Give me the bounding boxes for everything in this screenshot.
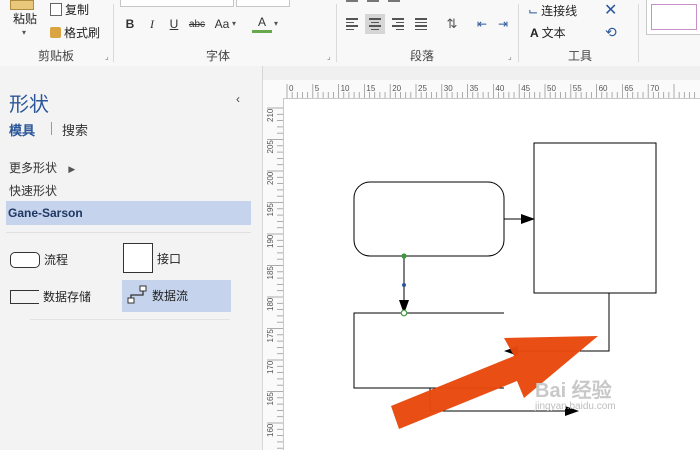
data-store-shape-icon: [10, 289, 39, 304]
format-painter-icon: [50, 27, 61, 38]
decrease-indent-button[interactable]: ⇤: [472, 14, 492, 34]
tab-stencils[interactable]: 模具: [9, 120, 35, 139]
text-tool-button[interactable]: A 文本: [530, 24, 566, 41]
process-shape[interactable]: [353, 181, 505, 257]
connector-icon: ⌙: [528, 3, 539, 18]
align-left-icon: [346, 16, 358, 32]
divider: [113, 4, 114, 62]
paste-dropdown-icon[interactable]: ▾: [22, 28, 26, 37]
format-painter-label: 格式刷: [64, 26, 101, 40]
more-shapes-label: 更多形状: [9, 161, 58, 175]
text-tool-icon: A: [530, 25, 539, 40]
diagram-svg: [353, 142, 657, 429]
data-flow-shape-icon: [126, 284, 148, 306]
master-data-flow-label: 数据流: [152, 288, 189, 303]
justify-button[interactable]: [411, 14, 431, 34]
format-painter-button[interactable]: 格式刷: [50, 24, 100, 41]
align-center-icon: [369, 16, 381, 32]
justify-icon: [415, 16, 427, 32]
connector-midpoint-handle[interactable]: [402, 283, 406, 287]
master-interface[interactable]: 接口: [123, 243, 181, 273]
watermark-sub: jingyan.baidu.com: [535, 401, 616, 412]
watermark-main: Bai 经验: [535, 380, 612, 402]
divider: [638, 4, 639, 62]
underline-button[interactable]: U: [164, 14, 184, 34]
increase-indent-button[interactable]: ⇥: [493, 14, 513, 34]
interface-shape-icon: [123, 243, 153, 273]
copy-label: 复制: [65, 3, 90, 17]
font-group-label: 字体: [206, 49, 231, 63]
text-direction-button[interactable]: ⇅: [442, 14, 462, 34]
increase-indent-icon: ⇥: [497, 17, 509, 31]
master-data-store[interactable]: 数据存储: [10, 288, 91, 305]
paste-label-button[interactable]: 粘贴: [13, 10, 37, 27]
shapes-pane: 形状 ‹ 模具 搜索 更多形状 ▶ 快速形状 Gane-Sarson 流程 接口…: [0, 66, 263, 450]
stencil-gane-sarson[interactable]: Gane-Sarson: [8, 206, 83, 220]
decrease-indent-icon: ⇤: [476, 17, 488, 31]
divider: [518, 4, 519, 62]
align-bottom-icon[interactable]: [388, 0, 400, 2]
collapse-pane-icon[interactable]: ‹: [236, 92, 240, 106]
connection-point[interactable]: [401, 253, 407, 259]
align-left-button[interactable]: [342, 14, 362, 34]
divider: [6, 232, 251, 233]
style-gallery-thumbnail[interactable]: [646, 0, 700, 35]
font-name-combo[interactable]: [120, 0, 234, 7]
clipboard-group-label: 剪贴板: [38, 49, 75, 63]
align-top-icon[interactable]: [346, 0, 358, 2]
close-shape-icon[interactable]: ✕: [604, 0, 617, 20]
align-right-button[interactable]: [388, 14, 408, 34]
chevron-right-icon: ▶: [68, 164, 76, 174]
text-direction-icon: ⇅: [446, 16, 458, 31]
paste-icon: [10, 0, 34, 10]
paragraph-group-label: 段落: [410, 49, 435, 63]
connector-tool-button[interactable]: ⌙ 连接线: [528, 2, 577, 19]
master-interface-label: 接口: [157, 251, 182, 266]
align-center-button[interactable]: [365, 14, 385, 34]
connector-label: 连接线: [541, 4, 578, 18]
interface-shape[interactable]: [533, 142, 657, 294]
watermark: Bai 经验 jingyan.baidu.com: [535, 374, 616, 412]
font-color-button[interactable]: A: [252, 14, 272, 33]
drawing-canvas[interactable]: 0 5 10 15 20 25 30 35 40 45 50 55 60 65 70 210 205 200 19…: [263, 66, 700, 450]
text-tool-label: 文本: [541, 26, 566, 40]
master-process[interactable]: 流程: [10, 251, 68, 268]
master-data-store-label: 数据存储: [43, 290, 92, 304]
more-shapes-link[interactable]: 更多形状 ▶: [9, 159, 75, 176]
font-size-combo[interactable]: [236, 0, 290, 7]
font-color-dropdown-icon[interactable]: ▾: [274, 19, 278, 28]
paragraph-launcher-icon[interactable]: ⌟: [508, 52, 512, 61]
paragraph-top-row: [346, 0, 442, 6]
bold-button[interactable]: B: [120, 14, 140, 34]
tab-divider: [51, 122, 52, 135]
pane-title: 形状: [9, 94, 49, 116]
rotate-icon[interactable]: ⟲: [605, 24, 617, 41]
ribbon: 粘贴 ▾ 复制 格式刷 剪贴板 ⌟ B I U abc Aa ▾ A ▾ 字体 …: [0, 0, 700, 67]
align-middle-icon[interactable]: [367, 0, 379, 2]
process-shape-icon: [10, 251, 40, 268]
connection-point[interactable]: [400, 309, 408, 317]
paste-button[interactable]: [10, 0, 34, 10]
master-data-flow[interactable]: 数据流: [126, 284, 188, 306]
tools-group-label: 工具: [568, 49, 593, 63]
italic-button[interactable]: I: [142, 14, 162, 34]
strikethrough-button[interactable]: abc: [187, 14, 207, 34]
copy-button[interactable]: 复制: [50, 1, 89, 18]
master-process-label: 流程: [44, 253, 69, 267]
divider: [336, 4, 337, 62]
font-launcher-icon[interactable]: ⌟: [327, 52, 331, 61]
change-case-button[interactable]: Aa: [212, 14, 232, 34]
quick-shapes-link[interactable]: 快速形状: [9, 182, 57, 199]
clipboard-launcher-icon[interactable]: ⌟: [105, 52, 109, 61]
tab-search[interactable]: 搜索: [62, 120, 88, 139]
copy-icon: [50, 3, 62, 16]
align-right-icon: [392, 16, 404, 32]
change-case-dropdown-icon[interactable]: ▾: [232, 19, 236, 28]
paste-label: 粘贴: [13, 12, 38, 26]
divider: [30, 319, 230, 320]
